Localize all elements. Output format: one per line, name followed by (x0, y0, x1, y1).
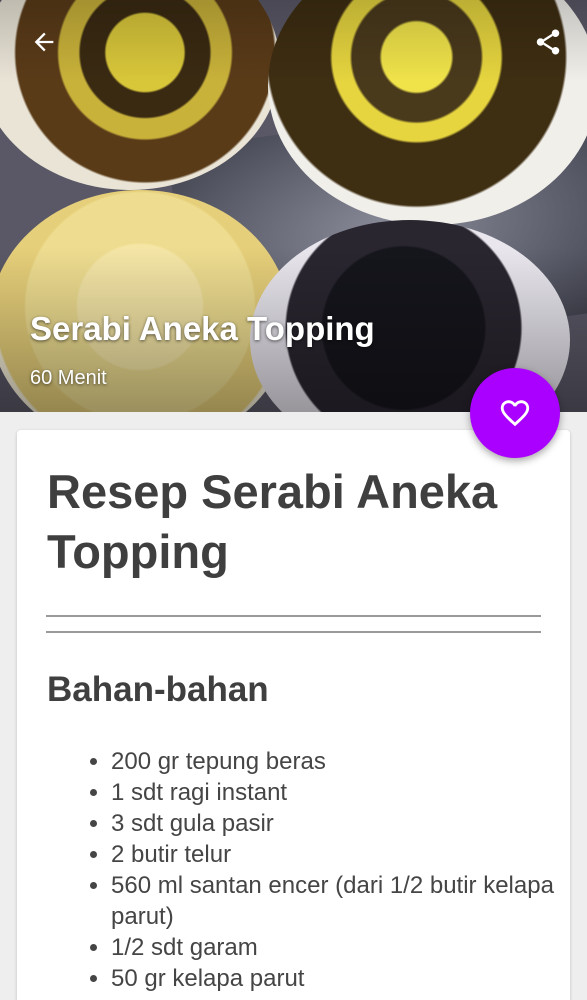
recipe-title: Resep Serabi Aneka Topping (47, 465, 498, 578)
share-icon (536, 29, 560, 55)
arrow-back-icon (34, 32, 54, 52)
hero-title: Serabi Aneka Topping (30, 310, 375, 347)
hero-overlay (0, 0, 587, 412)
ingredient-item: 1/2 sdt garam (111, 932, 571, 963)
back-button[interactable] (22, 22, 66, 62)
divider (46, 631, 541, 633)
favorite-button[interactable] (470, 368, 560, 458)
ingredient-item: 560 ml santan encer (dari 1/2 butir kela… (111, 870, 571, 932)
ingredient-item: 1 sdt ragi instant (111, 777, 571, 808)
ingredient-item: 3 sdt gula pasir (111, 808, 571, 839)
heart-outline-icon (500, 400, 530, 427)
ingredient-item: 200 gr tepung beras (111, 746, 571, 777)
recipe-detail-screen: Serabi Aneka Topping 60 Menit Resep Sera… (0, 0, 587, 1000)
divider (46, 615, 541, 617)
share-button[interactable] (526, 22, 570, 62)
ingredient-item: 50 gr kelapa parut (111, 963, 571, 994)
ingredients-list: 200 gr tepung beras 1 sdt ragi instant 3… (87, 746, 571, 994)
ingredients-heading: Bahan-bahan (47, 670, 269, 709)
hero-image (0, 0, 587, 412)
ingredient-item: 2 butir telur (111, 839, 571, 870)
cook-time: 60 Menit (30, 367, 107, 389)
